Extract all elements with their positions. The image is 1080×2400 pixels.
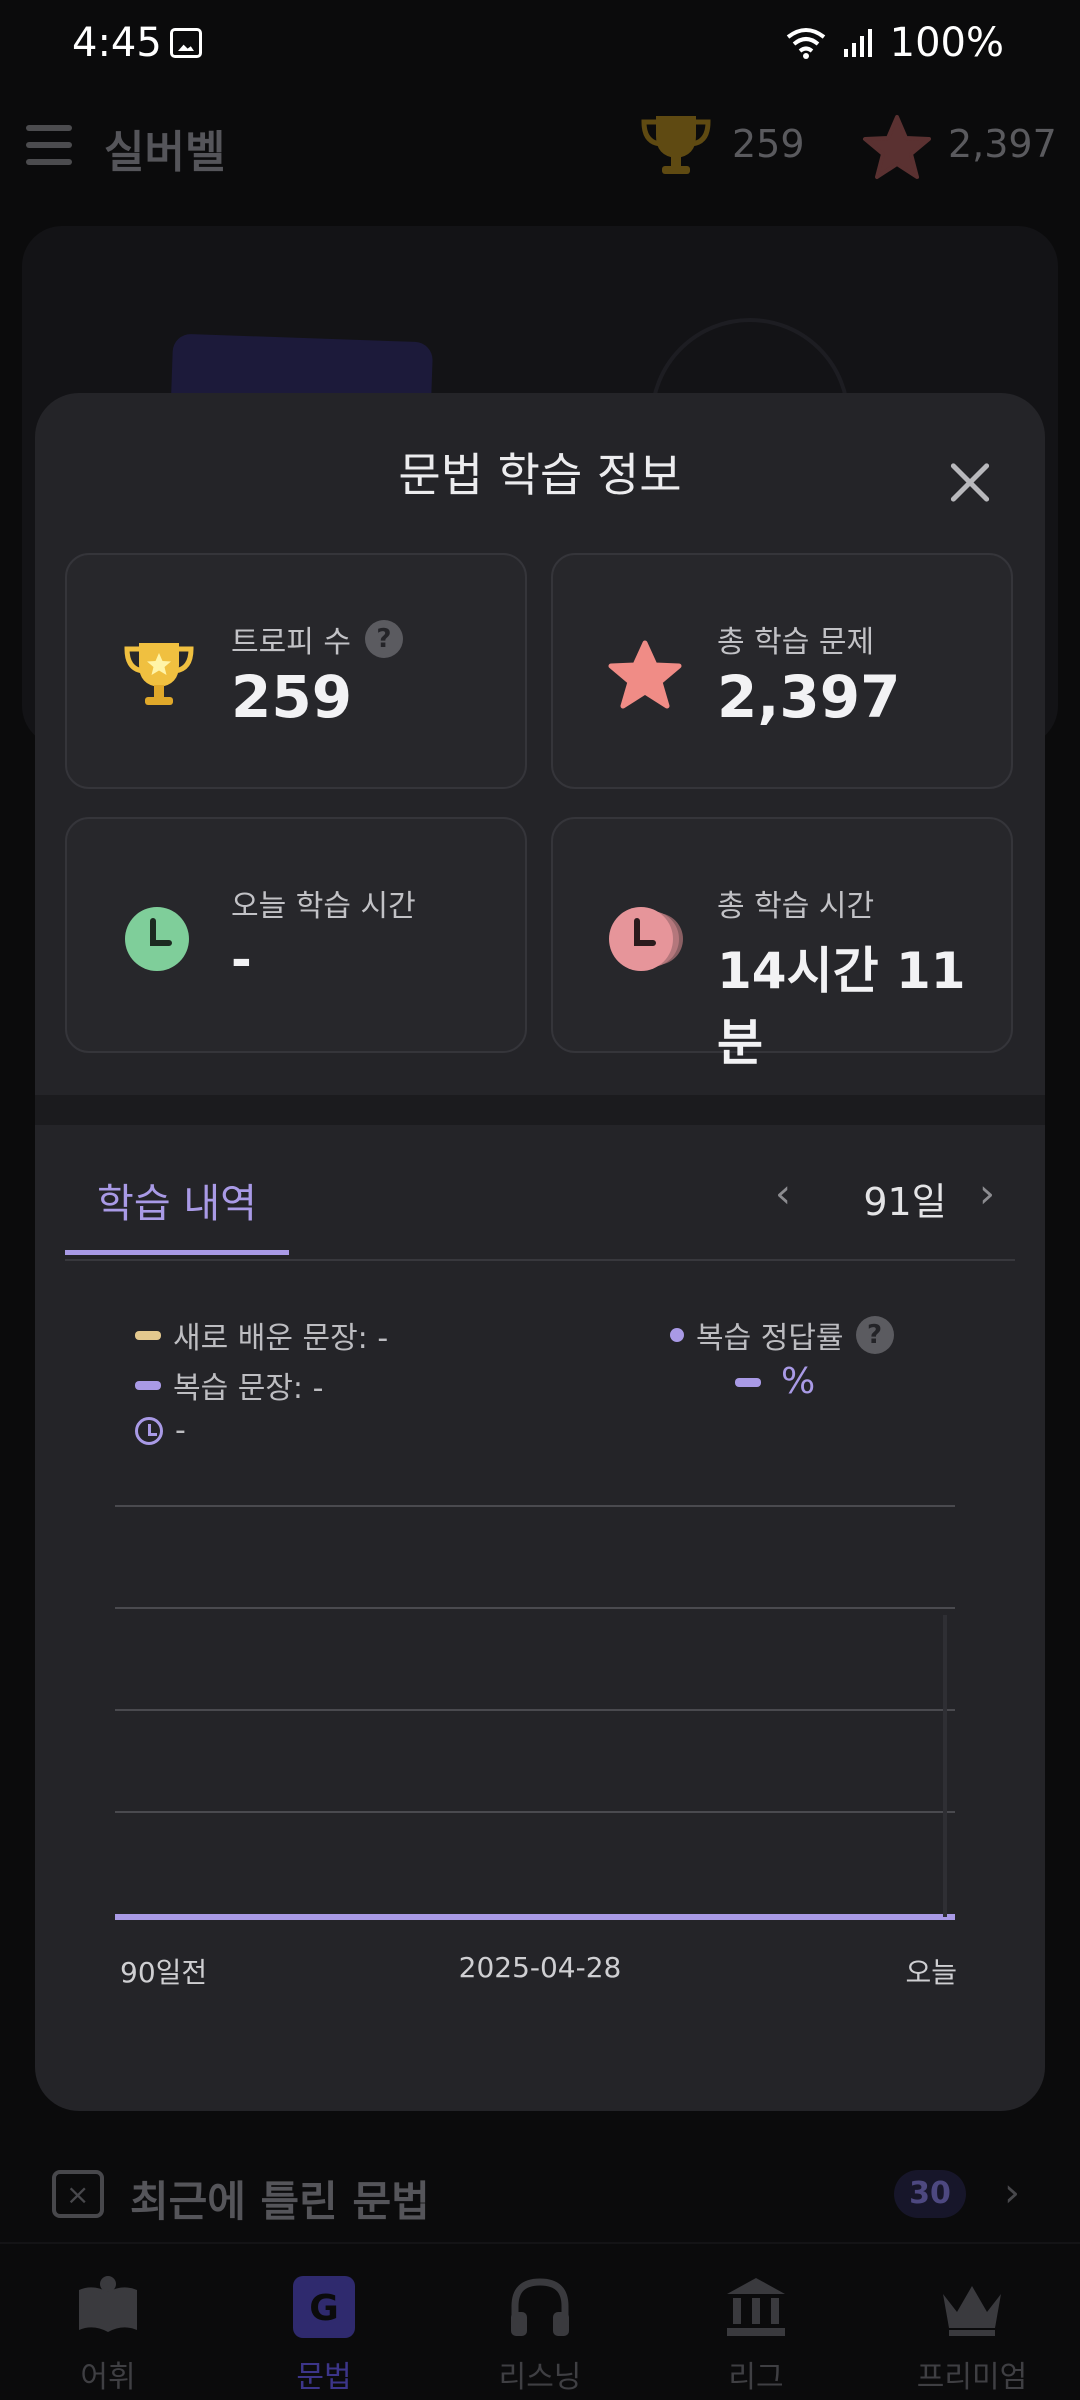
header-star-count: 2,397 bbox=[948, 122, 1057, 166]
total-problems-value: 2,397 bbox=[717, 663, 901, 731]
league-icon bbox=[727, 2278, 785, 2336]
calendar-icon bbox=[52, 2170, 104, 2218]
nav-grammar[interactable]: G 문법 bbox=[216, 2244, 432, 2400]
nav-premium[interactable]: 프리미엄 bbox=[864, 2244, 1080, 2400]
nav-label: 문법 bbox=[296, 2360, 352, 2395]
trophy-icon bbox=[124, 643, 194, 705]
trophy-stat-label: 트로피 수 bbox=[231, 625, 351, 660]
grammar-info-modal: 문법 학습 정보 트로피 수 ? 259 총 학습 문제 2,397 오늘 학습… bbox=[35, 393, 1045, 2111]
nav-label: 어휘 bbox=[80, 2360, 136, 2395]
modal-title: 문법 학습 정보 bbox=[398, 448, 682, 502]
headphones-icon bbox=[511, 2278, 569, 2336]
status-right: 100% bbox=[786, 20, 1004, 66]
nav-label: 프리미엄 bbox=[916, 2360, 1028, 2395]
chevron-left-icon[interactable]: ‹ bbox=[775, 1171, 791, 1217]
recent-wrong-title: 최근에 틀린 문법 bbox=[130, 2177, 430, 2226]
legend-time-label: - bbox=[175, 1413, 186, 1448]
help-icon[interactable]: ? bbox=[855, 1316, 894, 1354]
x-tick-label: 2025-04-28 bbox=[458, 1951, 622, 1984]
legend-new-sentences-label: 새로 배운 문장: - bbox=[173, 1321, 389, 1356]
review-sentences-swatch bbox=[135, 1380, 161, 1390]
status-time: 4:45 bbox=[72, 20, 162, 66]
help-icon[interactable]: ? bbox=[364, 620, 403, 658]
header-trophy-count: 259 bbox=[732, 122, 805, 166]
total-problems-stat-card: 총 학습 문제 2,397 bbox=[551, 553, 1013, 789]
nav-label: 리그 bbox=[728, 2360, 784, 2395]
signal-icon bbox=[843, 29, 872, 57]
new-sentences-swatch bbox=[135, 1330, 161, 1340]
total-time-label-row: 총 학습 시간 bbox=[717, 881, 874, 925]
trophy-stat-value: 259 bbox=[231, 663, 353, 731]
period-value: 91일 bbox=[863, 1180, 947, 1224]
trophy-icon bbox=[641, 116, 711, 174]
legend-review-sentences: 복습 문장: - bbox=[135, 1363, 323, 1407]
bottom-nav: 어휘 G 문법 리스닝 리그 프리미엄 bbox=[0, 2242, 1080, 2400]
legend-accuracy: 복습 정답률 ? bbox=[670, 1313, 894, 1357]
history-chart bbox=[115, 1505, 959, 1925]
grammar-icon: G bbox=[293, 2276, 355, 2338]
recent-wrong-count: 30 bbox=[894, 2170, 966, 2218]
tab-study-history-label: 학습 내역 bbox=[97, 1181, 257, 1227]
star-icon bbox=[863, 115, 931, 179]
status-bar: 4:45 100% bbox=[0, 0, 1080, 90]
section-divider bbox=[35, 1095, 1045, 1125]
nav-league[interactable]: 리그 bbox=[648, 2244, 864, 2400]
app-header: 실버벨 259 2,397 bbox=[0, 110, 1080, 210]
history-chart-svg bbox=[115, 1505, 955, 1920]
tab-underline bbox=[65, 1250, 289, 1255]
accuracy-value-dash bbox=[735, 1378, 761, 1387]
chevron-right-icon[interactable]: › bbox=[979, 1171, 995, 1217]
trophy-stat-card: 트로피 수 ? 259 bbox=[65, 553, 527, 789]
clock-icon bbox=[125, 907, 189, 971]
total-time-stat-card: 총 학습 시간 14시간 11분 bbox=[551, 817, 1013, 1072]
total-problems-label-row: 총 학습 문제 bbox=[717, 617, 874, 661]
total-problems-label: 총 학습 문제 bbox=[717, 625, 875, 660]
today-time-stat-card: 오늘 학습 시간 - bbox=[65, 817, 527, 1053]
today-time-value: - bbox=[231, 931, 252, 989]
star-icon bbox=[608, 640, 682, 709]
accuracy-unit: % bbox=[781, 1361, 816, 1402]
today-time-label-row: 오늘 학습 시간 bbox=[231, 881, 416, 925]
battery-level: 100% bbox=[889, 20, 1004, 66]
chevron-right-icon: › bbox=[1004, 2170, 1020, 2216]
x-tick-label: 오늘 bbox=[905, 1956, 957, 1989]
accuracy-dot bbox=[670, 1328, 684, 1342]
close-icon[interactable] bbox=[940, 453, 1000, 513]
menu-icon[interactable] bbox=[26, 125, 72, 165]
app-title: 실버벨 bbox=[104, 127, 226, 178]
clock-icon bbox=[135, 1416, 163, 1445]
gallery-notification-icon bbox=[170, 28, 202, 58]
clock-stack-icon bbox=[609, 907, 683, 971]
accuracy-label: 복습 정답률 bbox=[696, 1321, 844, 1356]
recent-wrong-row[interactable]: 최근에 틀린 문법 30 › bbox=[0, 2160, 1080, 2240]
trophy-stat-label-row: 트로피 수 ? bbox=[231, 617, 403, 661]
total-time-value: 14시간 11분 bbox=[717, 942, 966, 1072]
legend-review-sentences-label: 복습 문장: - bbox=[173, 1371, 324, 1406]
nav-listening[interactable]: 리스닝 bbox=[432, 2244, 648, 2400]
tab-study-history[interactable]: 학습 내역 bbox=[65, 1163, 289, 1255]
book-icon bbox=[79, 2276, 137, 2332]
nav-vocabulary[interactable]: 어휘 bbox=[0, 2244, 216, 2400]
total-time-label: 총 학습 시간 bbox=[717, 889, 875, 924]
wifi-icon bbox=[786, 28, 825, 59]
today-time-label: 오늘 학습 시간 bbox=[231, 889, 416, 924]
legend-time: - bbox=[135, 1413, 186, 1448]
crown-icon bbox=[943, 2286, 1001, 2336]
nav-label: 리스닝 bbox=[498, 2360, 582, 2395]
tabs-separator bbox=[65, 1259, 1015, 1261]
svg-text:G: G bbox=[309, 2288, 339, 2329]
legend-new-sentences: 새로 배운 문장: - bbox=[135, 1313, 388, 1357]
